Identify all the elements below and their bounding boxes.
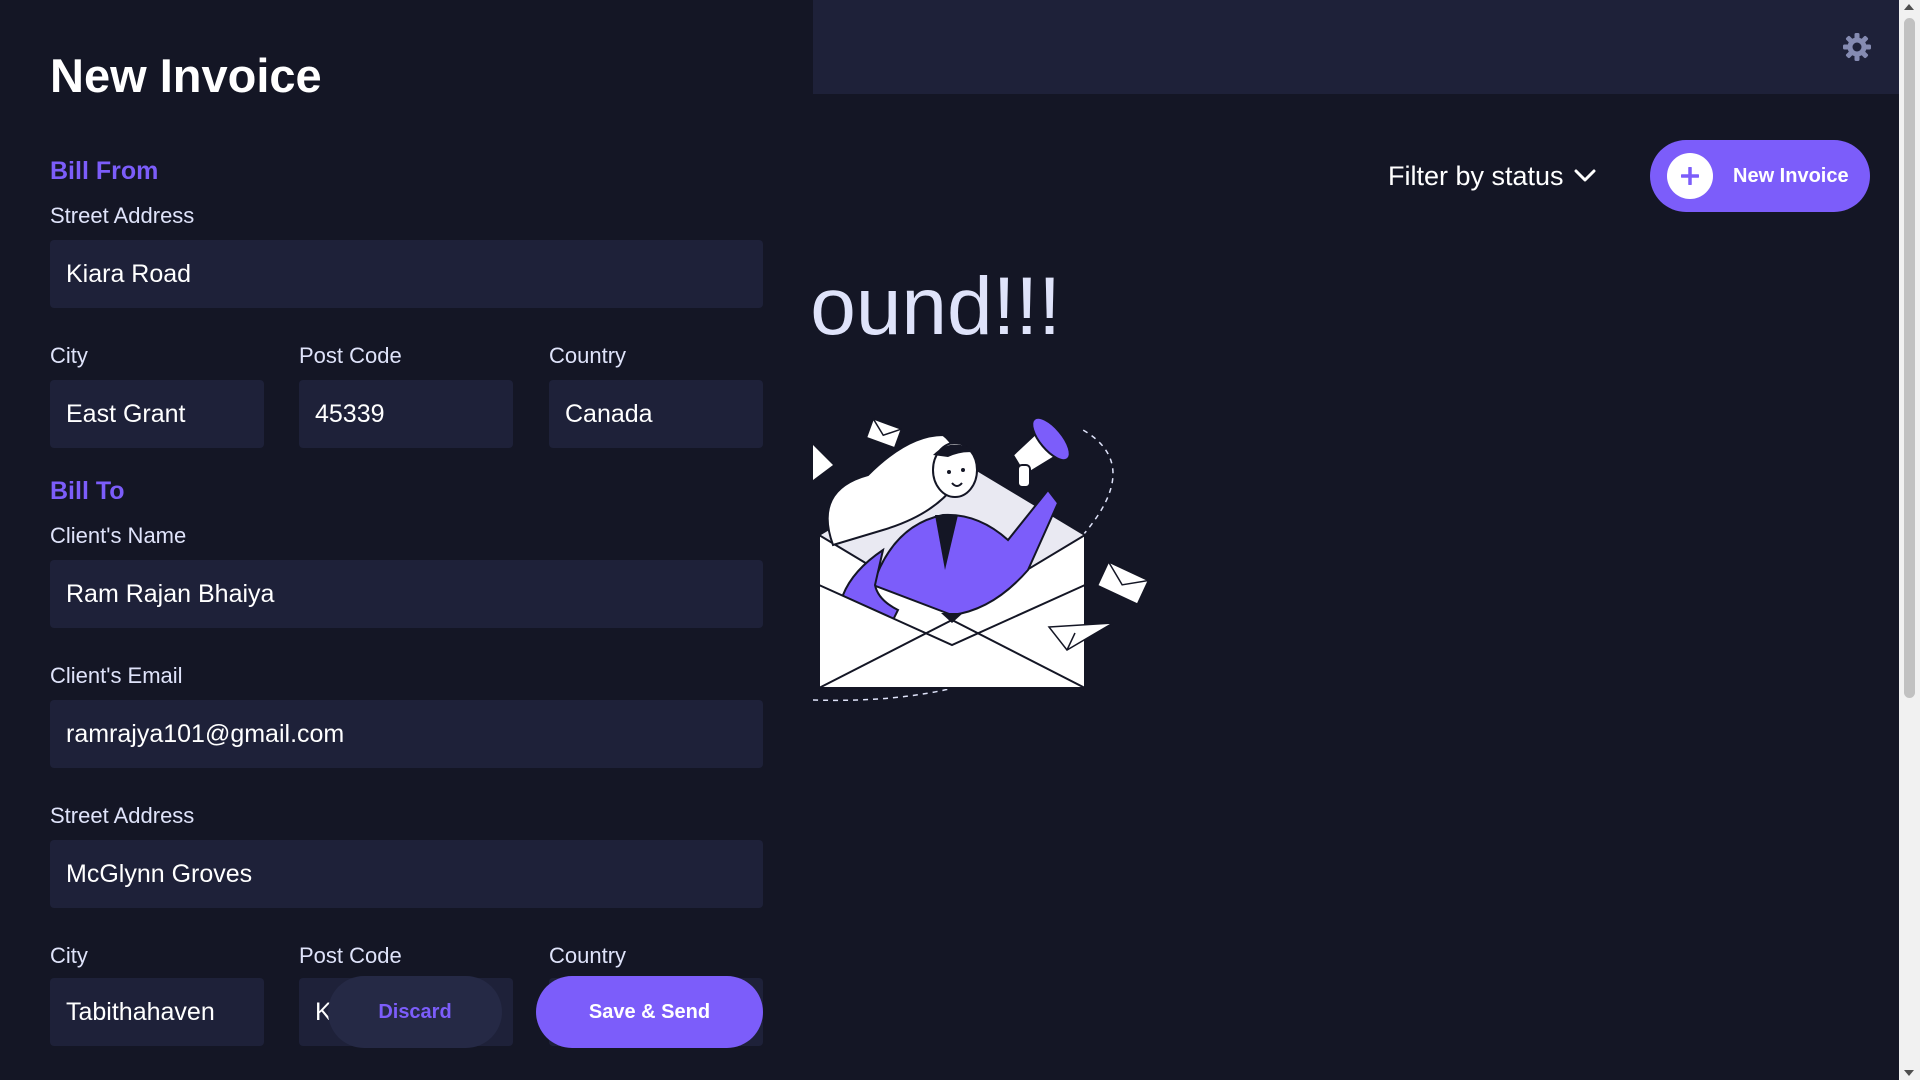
to-street-input[interactable]: McGlynn Groves bbox=[50, 840, 763, 908]
to-country-label: Country bbox=[549, 943, 627, 968]
empty-state-message: data found!!! bbox=[813, 261, 1061, 352]
from-country-label: Country bbox=[549, 343, 627, 368]
client-email-input[interactable]: ramrajya101@gmail.com bbox=[50, 700, 763, 768]
new-invoice-panel: New Invoice Bill From Street Address Kia… bbox=[0, 0, 813, 1080]
new-invoice-label: New Invoice bbox=[1733, 164, 1849, 187]
scroll-up-arrow-icon[interactable] bbox=[1904, 4, 1914, 10]
filter-by-status-dropdown[interactable]: Filter by status bbox=[1388, 158, 1596, 194]
empty-state-message-container: data found!!! bbox=[813, 250, 1513, 380]
client-name-input[interactable]: Ram Rajan Bhaiya bbox=[50, 560, 763, 628]
from-country-input[interactable]: Canada bbox=[549, 380, 763, 448]
from-street-input[interactable]: Kiara Road bbox=[50, 240, 763, 308]
from-post-code-label: Post Code bbox=[299, 343, 402, 368]
scrollbar-thumb[interactable] bbox=[1904, 18, 1915, 698]
from-city-input[interactable]: East Grant bbox=[50, 380, 264, 448]
client-name-label: Client's Name bbox=[50, 523, 187, 548]
save-and-send-button[interactable]: Save & Send bbox=[536, 976, 763, 1048]
filter-label: Filter by status bbox=[1388, 160, 1564, 191]
plus-icon bbox=[1667, 153, 1713, 199]
from-street-label: Street Address bbox=[50, 203, 195, 228]
page-title: New Invoice bbox=[50, 49, 322, 102]
client-email-label: Client's Email bbox=[50, 663, 183, 688]
to-post-code-label: Post Code bbox=[299, 943, 402, 968]
to-city-input[interactable]: Tabithahaven bbox=[50, 978, 264, 1046]
bill-from-heading: Bill From bbox=[50, 157, 159, 185]
chevron-down-icon bbox=[1574, 169, 1596, 182]
from-post-code-input[interactable]: 45339 bbox=[299, 380, 513, 448]
gear-icon[interactable] bbox=[1842, 32, 1872, 62]
from-city-label: City bbox=[50, 343, 88, 368]
empty-state-illustration bbox=[813, 395, 1163, 725]
new-invoice-button[interactable]: New Invoice bbox=[1650, 140, 1870, 212]
bill-to-heading: Bill To bbox=[50, 477, 125, 505]
to-city-label: City bbox=[50, 943, 88, 968]
to-street-label: Street Address bbox=[50, 803, 195, 828]
top-bar bbox=[813, 0, 1899, 94]
discard-button[interactable]: Discard bbox=[328, 976, 502, 1048]
page-scrollbar[interactable] bbox=[1899, 0, 1920, 1080]
scroll-down-arrow-icon[interactable] bbox=[1904, 1070, 1914, 1076]
